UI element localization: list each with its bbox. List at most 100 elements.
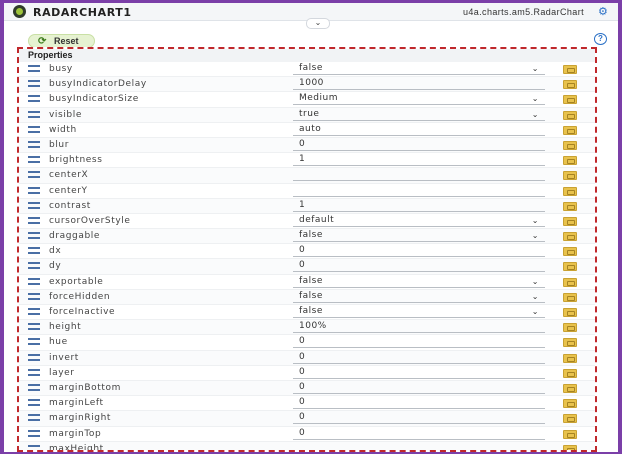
binding-icon[interactable] [563, 65, 577, 74]
property-label: busyIndicatorSize [49, 94, 139, 105]
property-input[interactable]: 0 [293, 245, 545, 258]
property-label: centerY [49, 185, 88, 196]
property-icon [28, 216, 40, 225]
property-row: visible true ⌄ [19, 107, 595, 123]
binding-icon[interactable] [563, 353, 577, 363]
property-input[interactable]: 0 [293, 352, 545, 364]
property-label: height [49, 322, 82, 333]
property-row: busyIndicatorDelay 1000 [19, 77, 595, 93]
property-input[interactable]: 100% [293, 321, 545, 334]
property-row: centerY [19, 184, 595, 199]
help-icon[interactable]: ? [594, 33, 607, 45]
property-select[interactable]: false ⌄ [293, 291, 545, 303]
property-row: hue 0 [19, 335, 595, 351]
property-input[interactable]: 0 [293, 382, 545, 394]
property-input[interactable]: 1000 [293, 78, 545, 91]
binding-icon[interactable] [563, 232, 577, 242]
property-label: contrast [49, 200, 91, 211]
property-label: visible [49, 109, 82, 120]
property-icon [28, 292, 40, 301]
property-label: blur [49, 139, 70, 150]
property-value: 100% [299, 321, 327, 332]
chevron-down-icon: ⌄ [531, 64, 539, 73]
property-input[interactable] [293, 443, 545, 450]
property-input[interactable]: 0 [293, 397, 545, 410]
chevron-down-icon: ⌄ [531, 109, 539, 119]
property-input[interactable]: 1 [293, 200, 545, 212]
property-row: blur 0 [19, 137, 595, 154]
binding-icon[interactable] [563, 201, 577, 211]
binding-icon[interactable] [563, 110, 577, 120]
property-input[interactable]: 0 [293, 336, 545, 349]
binding-icon[interactable] [563, 247, 577, 257]
property-select[interactable]: default ⌄ [293, 215, 545, 227]
property-row: invert 0 [19, 350, 595, 366]
property-select[interactable]: false ⌄ [293, 276, 545, 288]
property-input[interactable]: 0 [293, 412, 545, 425]
property-row: marginBottom 0 [19, 380, 595, 397]
binding-icon[interactable] [563, 414, 577, 424]
property-input[interactable]: 0 [293, 428, 545, 440]
binding-icon[interactable] [563, 216, 577, 226]
binding-icon[interactable] [563, 95, 577, 105]
property-label: draggable [49, 231, 101, 242]
binding-icon[interactable] [563, 125, 577, 135]
property-select[interactable]: true ⌄ [293, 109, 545, 121]
app-title: RADARCHART1 [33, 6, 132, 19]
property-value: 0 [299, 412, 306, 423]
property-icon [28, 277, 40, 286]
app-window: RADARCHART1 u4a.charts.am5.RadarChart ⚙ … [4, 3, 618, 452]
binding-icon[interactable] [563, 429, 577, 439]
reset-button[interactable]: ⟳ Reset [28, 34, 95, 48]
property-input[interactable]: 1 [293, 154, 545, 167]
property-label: busy [49, 64, 73, 74]
reset-icon: ⟳ [38, 36, 47, 47]
property-input[interactable]: 0 [293, 367, 545, 379]
property-input[interactable]: 0 [293, 139, 545, 151]
binding-icon[interactable] [563, 383, 577, 393]
property-label: forceHidden [49, 291, 111, 302]
property-input[interactable]: auto [293, 124, 545, 136]
chevron-down-icon: ⌄ [531, 291, 539, 301]
binding-icon[interactable] [563, 399, 577, 409]
property-row: dy 0 [19, 259, 595, 275]
property-value: 0 [299, 336, 306, 347]
property-row: marginRight 0 [19, 411, 595, 427]
property-input[interactable] [293, 169, 545, 182]
property-select[interactable]: Medium ⌄ [293, 93, 545, 106]
app-class-name: u4a.charts.am5.RadarChart [462, 7, 584, 17]
network-icon[interactable]: ⚙ [598, 6, 612, 18]
property-icon [28, 368, 40, 377]
property-value: 0 [299, 351, 306, 362]
property-value: 0 [299, 397, 306, 408]
binding-icon[interactable] [563, 308, 577, 317]
binding-icon[interactable] [563, 171, 577, 181]
properties-list: busy false ⌄ busyIndicatorDelay 1000 busyIndi… [19, 62, 595, 450]
binding-icon[interactable] [563, 277, 577, 287]
reset-label: Reset [54, 36, 79, 46]
property-icon [28, 399, 40, 407]
property-select[interactable]: false ⌄ [293, 230, 545, 243]
property-input[interactable] [293, 185, 545, 197]
property-input[interactable]: 0 [293, 260, 545, 273]
property-row: maxHeight [19, 441, 595, 450]
property-select[interactable]: false ⌄ [293, 306, 545, 318]
collapse-button[interactable]: ⌄ [306, 18, 330, 29]
property-value: false [299, 290, 323, 301]
binding-icon[interactable] [563, 368, 577, 378]
property-icon [28, 247, 40, 255]
binding-icon[interactable] [563, 80, 577, 90]
property-row: busy false ⌄ [19, 62, 595, 78]
binding-icon[interactable] [563, 323, 577, 333]
binding-icon[interactable] [563, 338, 577, 348]
property-label: exportable [49, 276, 104, 287]
property-icon [28, 201, 40, 210]
binding-icon[interactable] [563, 156, 577, 166]
binding-icon[interactable] [563, 292, 577, 302]
property-select[interactable]: false ⌄ [293, 63, 545, 75]
panel-title: Properties [19, 49, 595, 62]
binding-icon[interactable] [563, 444, 577, 450]
binding-icon[interactable] [563, 186, 577, 196]
binding-icon[interactable] [563, 140, 577, 150]
binding-icon[interactable] [563, 262, 577, 272]
